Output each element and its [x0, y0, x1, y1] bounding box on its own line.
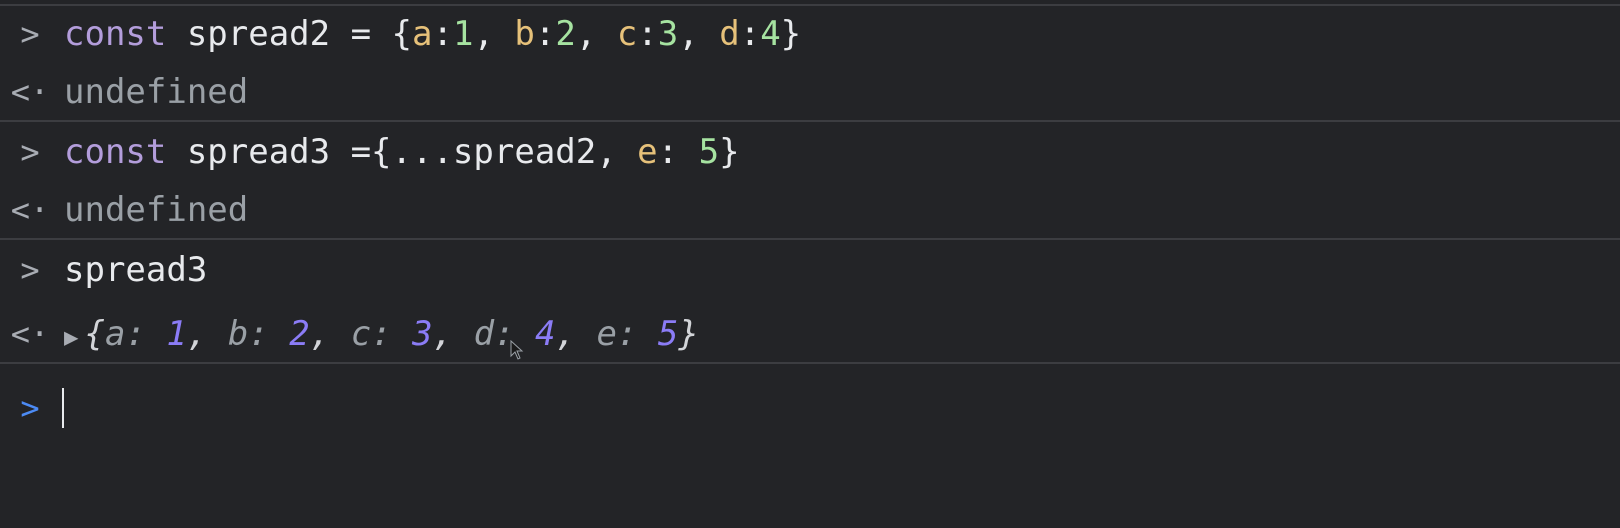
- code-token: }: [719, 132, 740, 172]
- key-token: c: [616, 14, 638, 54]
- object-value: 2: [289, 314, 310, 354]
- object-key: d: [473, 314, 495, 354]
- object-value: 3: [412, 314, 433, 354]
- code-token: ,: [575, 14, 617, 54]
- code-token: spread3 ={...spread2,: [166, 132, 638, 172]
- input-code[interactable]: const spread3 ={...spread2, e: 5}: [64, 122, 740, 182]
- object-key: b: [227, 314, 249, 354]
- object-colon: :: [371, 314, 413, 354]
- key-token: b: [514, 14, 535, 54]
- key-token: e: [637, 132, 658, 172]
- key-token: d: [719, 14, 740, 54]
- number-token: 3: [657, 14, 679, 54]
- number-token: 5: [698, 132, 720, 172]
- object-value: 4: [535, 314, 556, 354]
- output-value: undefined: [64, 190, 249, 230]
- console-input-line[interactable]: > const spread2 = {a:1, b:2, c:3, d:4}: [0, 4, 1620, 64]
- chevron-right-icon: >: [20, 15, 40, 53]
- console-output-line[interactable]: <· ▶ {a: 1, b: 2, c: 3, d: 4, e: 5}: [0, 304, 1620, 364]
- devtools-console: > const spread2 = {a:1, b:2, c:3, d:4} <…: [0, 0, 1620, 528]
- object-open-brace: {: [84, 314, 105, 354]
- object-comma: ,: [555, 314, 597, 354]
- object-comma: ,: [309, 314, 351, 354]
- object-colon: :: [616, 314, 658, 354]
- return-arrow-icon: <·: [10, 315, 50, 353]
- key-token: a: [412, 14, 433, 54]
- chevron-right-icon: >: [20, 389, 40, 427]
- object-key: c: [350, 314, 372, 354]
- object-value: 1: [166, 314, 187, 354]
- object-colon: :: [248, 314, 290, 354]
- input-code[interactable]: const spread2 = {a:1, b:2, c:3, d:4}: [64, 4, 801, 64]
- code-token: ,: [678, 14, 720, 54]
- object-key: a: [104, 314, 126, 354]
- code-token: :: [637, 14, 658, 54]
- console-output-line: <· undefined: [0, 62, 1620, 122]
- code-token: :: [432, 14, 453, 54]
- return-arrow-icon: <·: [10, 191, 50, 229]
- console-output-line: <· undefined: [0, 180, 1620, 240]
- object-value: 5: [657, 314, 679, 354]
- triangle-right-icon[interactable]: ▶: [64, 323, 78, 351]
- object-key: e: [596, 314, 617, 354]
- number-token: 1: [452, 14, 474, 54]
- code-token: :: [534, 14, 556, 54]
- code-token: }: [780, 14, 802, 54]
- chevron-right-icon: >: [20, 251, 40, 289]
- output-value: undefined: [64, 72, 249, 112]
- code-token: ,: [473, 14, 515, 54]
- number-token: 4: [760, 14, 781, 54]
- chevron-right-icon: >: [20, 133, 40, 171]
- console-prompt-line[interactable]: >: [0, 378, 1620, 438]
- number-token: 2: [555, 14, 576, 54]
- code-token: :: [739, 14, 761, 54]
- object-colon: :: [125, 314, 167, 354]
- text-cursor[interactable]: [62, 388, 64, 428]
- code-token: spread2 = {: [166, 14, 412, 54]
- input-code[interactable]: spread3: [64, 240, 207, 300]
- return-arrow-icon: <·: [10, 73, 50, 111]
- keyword-token: const: [64, 14, 167, 54]
- console-input-line[interactable]: > spread3: [0, 240, 1620, 300]
- mouse-pointer-icon: [510, 340, 524, 360]
- object-preview[interactable]: ▶ {a: 1, b: 2, c: 3, d: 4, e: 5}: [64, 304, 699, 367]
- object-close-brace: }: [678, 314, 699, 354]
- object-comma: ,: [186, 314, 228, 354]
- object-comma: ,: [432, 314, 474, 354]
- keyword-token: const: [64, 132, 167, 172]
- code-token: :: [657, 132, 699, 172]
- console-input-line[interactable]: > const spread3 ={...spread2, e: 5}: [0, 122, 1620, 182]
- entry-divider: [0, 362, 1620, 364]
